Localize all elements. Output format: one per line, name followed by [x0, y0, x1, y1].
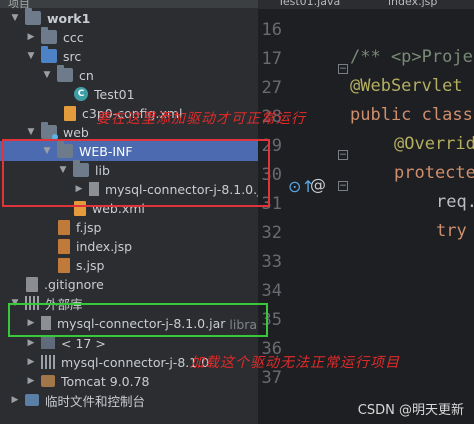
chevron-right-icon[interactable]: ▶ [26, 357, 36, 367]
green-highlight-box [8, 303, 268, 337]
tree-row-scratches[interactable]: ▶ 临时文件和控制台 [0, 390, 258, 410]
tree-label: index.jsp [76, 238, 133, 254]
chevron-right-icon[interactable]: ▶ [10, 395, 20, 405]
java-class-icon: C [74, 87, 88, 101]
code-line-try[interactable]: try [436, 221, 467, 241]
code-line-protected[interactable]: protecte [394, 163, 474, 183]
tree-label: Test01 [94, 86, 135, 102]
code-line-override[interactable]: @Overrid [394, 134, 474, 154]
line-number: 33 [261, 252, 282, 272]
csdn-watermark: CSDN @明天更新 [357, 403, 464, 418]
line-number: 27 [261, 78, 282, 98]
code-line-javadoc[interactable]: /** <p>Proje [350, 47, 473, 67]
project-panel-header: 项目 [0, 0, 258, 10]
tree-row-test01[interactable]: C Test01 [0, 84, 258, 104]
tree-label: 临时文件和控制台 [45, 393, 146, 409]
web-folder-icon [41, 122, 58, 140]
chevron-right-icon[interactable]: ▶ [26, 32, 36, 42]
chevron-down-icon[interactable]: ▼ [10, 13, 20, 23]
tab-test01-java[interactable]: Test01.java [278, 0, 340, 8]
tree-label: Tomcat 9.0.78 [61, 373, 150, 389]
tree-row-index-jsp[interactable]: index.jsp [0, 236, 258, 256]
fold-icon[interactable]: − [338, 150, 348, 160]
editor-tab-bar: Test01.java index.jsp [258, 0, 474, 9]
tree-row-cn[interactable]: ▼ cn [0, 65, 258, 85]
tab-index-jsp[interactable]: index.jsp [388, 0, 437, 8]
at-icon[interactable]: @ [310, 175, 326, 194]
tree-row-tomcat[interactable]: ▶ Tomcat 9.0.78 [0, 371, 258, 391]
tree-row-ccc[interactable]: ▶ ccc [0, 27, 258, 47]
source-folder-icon [41, 46, 57, 63]
chevron-down-icon[interactable]: ▼ [26, 51, 36, 61]
tree-label: work1 [47, 10, 91, 26]
library-icon [41, 355, 55, 369]
tree-label: src [63, 48, 82, 64]
tree-row-s-jsp[interactable]: s.jsp [0, 255, 258, 275]
code-line-req[interactable]: req. [436, 192, 474, 212]
line-number: 17 [261, 49, 282, 69]
bottom-annotation-note: 加载这个驱动无法正常运行项目 [190, 355, 400, 371]
tree-label: ccc [63, 29, 84, 45]
jsp-file-icon [58, 238, 70, 254]
jsp-file-icon [58, 219, 70, 235]
code-line-class-decl[interactable]: public class [350, 105, 473, 125]
tree-label: < 17 > [61, 335, 106, 351]
tree-row-f-jsp[interactable]: f.jsp [0, 217, 258, 237]
tree-row-src[interactable]: ▼ src [0, 46, 258, 66]
jsp-file-icon [58, 257, 70, 273]
tree-label: f.jsp [76, 219, 102, 235]
line-number: 32 [261, 223, 282, 243]
code-line-webservlet[interactable]: @WebServlet [350, 76, 463, 96]
xml-file-icon [64, 105, 76, 121]
chevron-right-icon[interactable]: ▶ [26, 338, 36, 348]
line-number: 34 [261, 281, 282, 301]
tree-label: .gitignore [44, 276, 104, 292]
scratches-icon [25, 394, 39, 406]
fold-icon[interactable]: − [338, 181, 348, 191]
package-icon [57, 65, 73, 82]
top-annotation-note: 要在这里添加驱动才可正常运行 [96, 111, 306, 127]
red-highlight-box [2, 139, 270, 207]
tree-row-gitignore[interactable]: .gitignore [0, 274, 258, 294]
line-number: 16 [261, 20, 282, 40]
tree-label: mysql-connector-j-8.1.0 [61, 354, 210, 370]
jdk-icon [41, 337, 55, 349]
gitignore-file-icon [26, 276, 38, 292]
folder-icon [41, 27, 57, 44]
chevron-down-icon[interactable]: ▼ [26, 127, 36, 137]
fold-icon[interactable]: − [338, 64, 348, 74]
tomcat-icon [41, 375, 55, 387]
chevron-right-icon[interactable]: ▶ [26, 376, 36, 386]
module-folder-icon [25, 8, 41, 25]
tree-label: web [63, 124, 89, 140]
tree-row-work1[interactable]: ▼ work1 [0, 8, 258, 28]
tree-label: s.jsp [76, 257, 105, 273]
tree-label: cn [79, 67, 94, 83]
chevron-down-icon[interactable]: ▼ [42, 70, 52, 80]
